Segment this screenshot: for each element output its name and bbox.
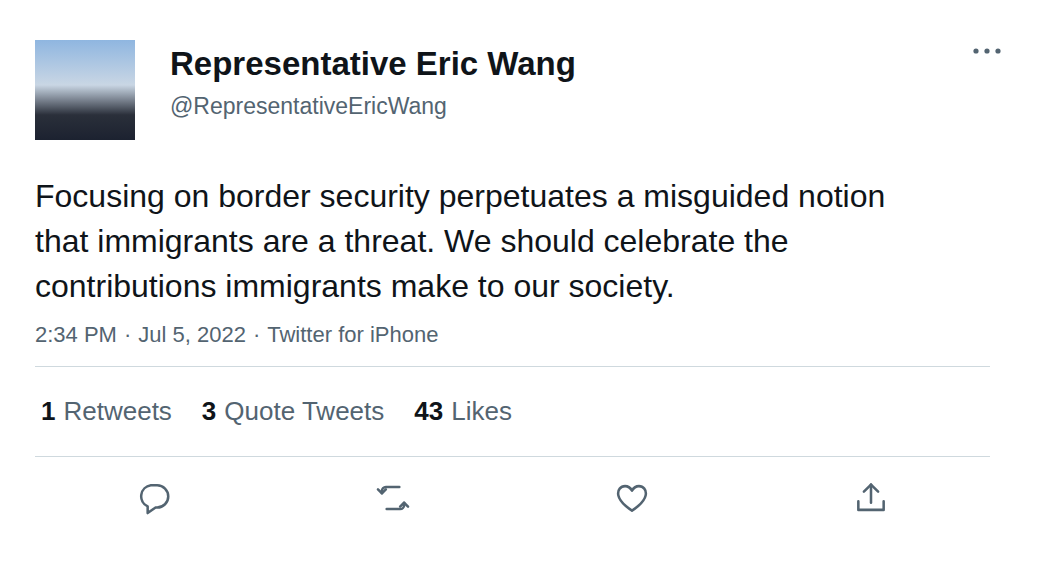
stat[interactable]: 1Retweets — [41, 391, 172, 431]
retweet-button[interactable] — [363, 479, 423, 517]
author-name[interactable]: Representative Eric Wang — [170, 44, 937, 84]
author-info: Representative Eric Wang @RepresentativeE… — [170, 40, 937, 120]
retweet-icon — [374, 479, 412, 517]
divider — [35, 366, 990, 367]
stat-count: 1 — [41, 391, 55, 431]
stat-label: Retweets — [63, 391, 171, 431]
meta-separator: · — [253, 321, 260, 349]
stat-label: Likes — [451, 391, 512, 431]
tweet-source[interactable]: Twitter for iPhone — [267, 321, 438, 349]
tweet-header: Representative Eric Wang @RepresentativeE… — [35, 40, 990, 140]
tweet-text: Focusing on border security perpetuates … — [35, 174, 915, 309]
stats-row: 1Retweets 3Quote Tweets 43Likes — [35, 367, 990, 456]
tweet-page: Representative Eric Wang @RepresentativeE… — [0, 0, 1050, 570]
action-row — [35, 457, 990, 517]
divider — [35, 456, 990, 457]
like-button[interactable] — [602, 479, 662, 517]
stat[interactable]: 43Likes — [414, 391, 512, 431]
share-button[interactable] — [841, 479, 901, 517]
more-button[interactable] — [972, 40, 1002, 56]
heart-icon — [613, 479, 651, 517]
meta-separator: · — [124, 321, 131, 349]
stat-count: 3 — [202, 391, 216, 431]
author-handle[interactable]: @RepresentativeEricWang — [170, 92, 937, 120]
stat[interactable]: 3Quote Tweets — [202, 391, 384, 431]
avatar[interactable] — [35, 40, 135, 140]
stat-count: 43 — [414, 391, 443, 431]
tweet-time[interactable]: 2:34 PM — [35, 321, 117, 349]
share-icon — [852, 479, 890, 517]
stat-label: Quote Tweets — [224, 391, 384, 431]
more-icon — [972, 46, 1002, 56]
reply-button[interactable] — [124, 479, 184, 517]
tweet-meta: 2:34 PM·Jul 5, 2022·Twitter for iPhone — [35, 321, 990, 349]
tweet-date[interactable]: Jul 5, 2022 — [138, 321, 246, 349]
reply-icon — [135, 479, 173, 517]
